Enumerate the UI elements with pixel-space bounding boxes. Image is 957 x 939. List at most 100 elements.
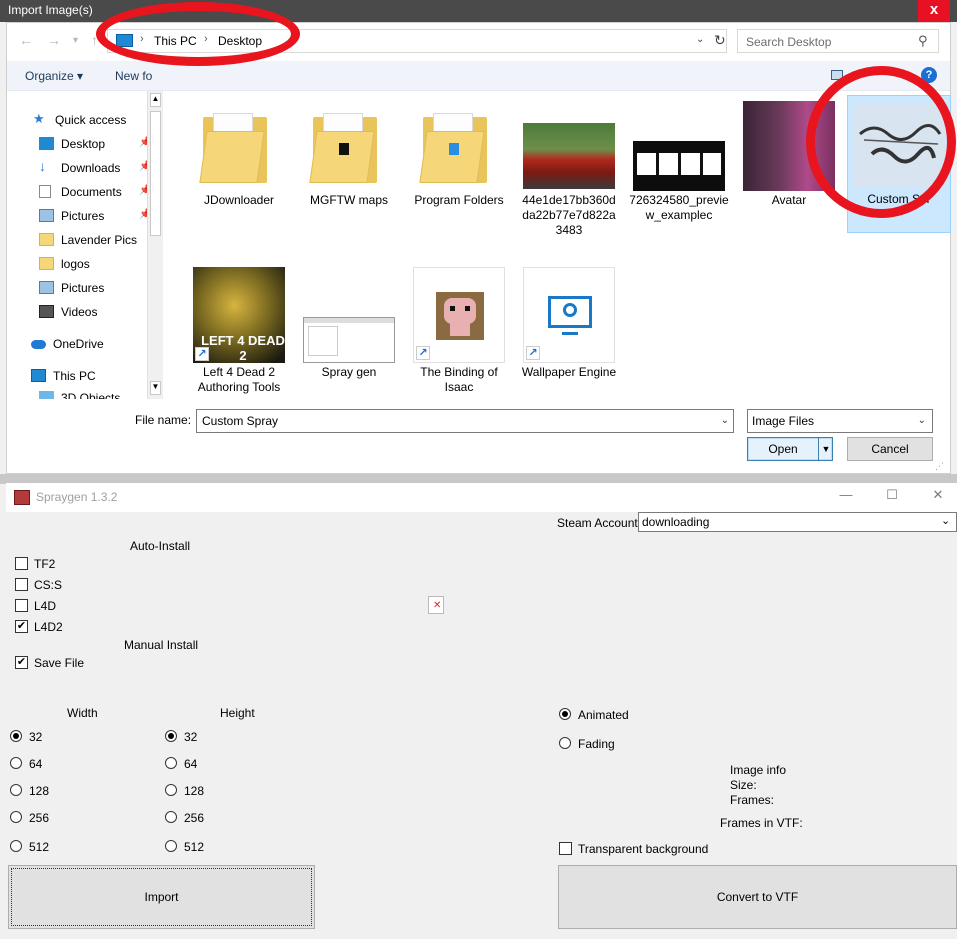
width-radio-128[interactable] — [10, 784, 22, 796]
fading-radio[interactable] — [559, 737, 571, 749]
file-name: JDownloader — [203, 193, 275, 207]
minimize-icon[interactable]: — — [836, 487, 856, 502]
address-dropdown-icon[interactable]: ⌄ — [696, 34, 704, 45]
new-folder-button[interactable]: New fo — [115, 69, 152, 83]
file-item[interactable]: JDownloader — [189, 97, 289, 237]
height-radio-32[interactable] — [165, 730, 177, 742]
image-info-label: Image info — [730, 763, 787, 777]
height-option-label: 256 — [184, 811, 205, 825]
resize-grip-icon[interactable]: ⋰ — [935, 461, 947, 473]
height-option-label: 512 — [184, 840, 205, 854]
chevron-down-icon[interactable]: ⌄ — [918, 415, 926, 426]
cancel-button[interactable]: Cancel — [847, 437, 933, 461]
save-file-checkbox[interactable]: ✔ — [15, 656, 28, 669]
animated-radio[interactable] — [559, 708, 571, 720]
search-input[interactable]: Search Desktop ⚲ — [737, 29, 939, 53]
back-arrow-icon[interactable]: ← — [19, 32, 33, 48]
file-name-input[interactable]: Custom Spray ⌄ — [196, 409, 734, 433]
height-radio-256[interactable] — [165, 811, 177, 823]
file-name-row: File name: Custom Spray ⌄ Image Files ⌄ — [7, 407, 950, 437]
maximize-icon[interactable]: ☐ — [882, 487, 902, 503]
dialog-close-button[interactable]: x — [918, 0, 950, 22]
l4d-checkbox[interactable] — [15, 599, 28, 612]
file-item[interactable]: ↗ The Binding of Isaac — [409, 245, 509, 395]
width-option-label: 512 — [29, 840, 50, 854]
annotation-circle-custom-spray — [806, 66, 956, 218]
nav-scrollbar[interactable]: ▲ ▼ — [147, 91, 163, 399]
file-name-value: Custom Spray — [202, 414, 279, 428]
size-label: Size: — [730, 778, 757, 792]
pictures-icon — [39, 281, 54, 294]
close-icon[interactable]: ✕ — [928, 487, 948, 503]
file-item[interactable]: 726324580_preview_examplec — [629, 97, 729, 237]
width-radio-512[interactable] — [10, 840, 22, 852]
file-name: The Binding of Isaac — [420, 365, 498, 394]
width-radio-32[interactable] — [10, 730, 22, 742]
scroll-thumb[interactable] — [150, 111, 161, 236]
width-option-label: 256 — [29, 811, 50, 825]
file-name: Avatar — [771, 193, 807, 207]
file-item[interactable]: LEFT 4 DEAD 2 ↗ Left 4 Dead 2 Authoring … — [189, 245, 289, 394]
file-name: Program Folders — [414, 193, 504, 207]
nav-item-label: logos — [61, 257, 90, 271]
car-image-thumbnail — [523, 123, 615, 189]
search-placeholder: Search Desktop — [746, 35, 832, 49]
file-item[interactable]: MGFTW maps — [299, 97, 399, 237]
download-icon: ↓ — [39, 158, 46, 174]
cloud-icon — [31, 340, 46, 349]
file-name: Left 4 Dead 2 Authoring Tools — [197, 365, 281, 394]
desktop-icon — [39, 137, 54, 150]
file-item[interactable]: ↗ Wallpaper Engine — [519, 245, 619, 385]
dialog-title: Import Image(s) — [8, 3, 93, 17]
width-radio-64[interactable] — [10, 757, 22, 769]
file-name: Spray gen — [321, 365, 377, 379]
open-split-chevron-icon[interactable]: ▼ — [818, 438, 833, 460]
transparent-background-checkbox[interactable] — [559, 842, 572, 855]
l4d2-label: L4D2 — [34, 620, 63, 634]
scroll-down-icon[interactable]: ▼ — [150, 381, 161, 395]
width-radio-256[interactable] — [10, 811, 22, 823]
height-option-label: 64 — [184, 757, 198, 771]
file-item[interactable]: Program Folders — [409, 97, 509, 237]
recent-locations-chevron-icon[interactable]: ▾ — [73, 35, 78, 46]
spraygen-app-icon — [14, 490, 30, 505]
chevron-down-icon[interactable]: ⌄ — [941, 514, 950, 527]
chevron-down-icon[interactable]: ⌄ — [721, 415, 729, 426]
spraygen-title: Spraygen 1.3.2 — [36, 490, 118, 504]
tf2-label: TF2 — [34, 557, 56, 571]
isaac-sprite-image — [436, 292, 484, 340]
file-name: MGFTW maps — [310, 193, 388, 207]
annotation-circle-address — [96, 2, 300, 66]
organize-button[interactable]: Organize ▾ — [25, 69, 83, 83]
steam-account-select[interactable]: downloading ⌄ — [638, 512, 957, 532]
scroll-up-icon[interactable]: ▲ — [150, 93, 161, 107]
open-label: Open — [768, 442, 798, 456]
height-option-label: 32 — [184, 730, 198, 744]
computer-icon — [31, 369, 46, 382]
open-button[interactable]: Open ▼ — [747, 437, 833, 461]
file-item[interactable]: 44e1de17bb360dda22b77e7d822a3483 — [519, 97, 619, 247]
css-checkbox[interactable] — [15, 578, 28, 591]
nav-item-label: 3D Objects — [61, 391, 121, 399]
search-icon[interactable]: ⚲ — [918, 33, 928, 49]
steam-account-label: Steam Account — [557, 516, 638, 530]
broken-image-icon: ✕ — [428, 596, 444, 614]
import-dialog: ← → ▾ ↑ › This PC › Desktop ⌄ ↻ Search D… — [6, 22, 951, 474]
file-type-select[interactable]: Image Files ⌄ — [747, 409, 933, 433]
tf2-checkbox[interactable] — [15, 557, 28, 570]
height-radio-512[interactable] — [165, 840, 177, 852]
height-radio-64[interactable] — [165, 757, 177, 769]
file-item[interactable]: Spray gen — [299, 245, 399, 385]
height-radio-128[interactable] — [165, 784, 177, 796]
l4d2-checkbox[interactable]: ✔ — [15, 620, 28, 633]
steam-account-value: downloading — [642, 515, 710, 529]
organize-label: Organize — [25, 69, 74, 83]
file-name: Wallpaper Engine — [521, 365, 617, 379]
nav-item-label: This PC — [53, 369, 96, 383]
convert-to-vtf-button[interactable]: Convert to VTF — [558, 865, 957, 929]
forward-arrow-icon[interactable]: → — [47, 32, 61, 48]
import-button[interactable]: Import — [8, 865, 315, 929]
star-icon: ★ — [33, 111, 45, 126]
command-bar: Organize ▾ New fo ? — [7, 61, 950, 91]
refresh-icon[interactable]: ↻ — [714, 32, 726, 49]
